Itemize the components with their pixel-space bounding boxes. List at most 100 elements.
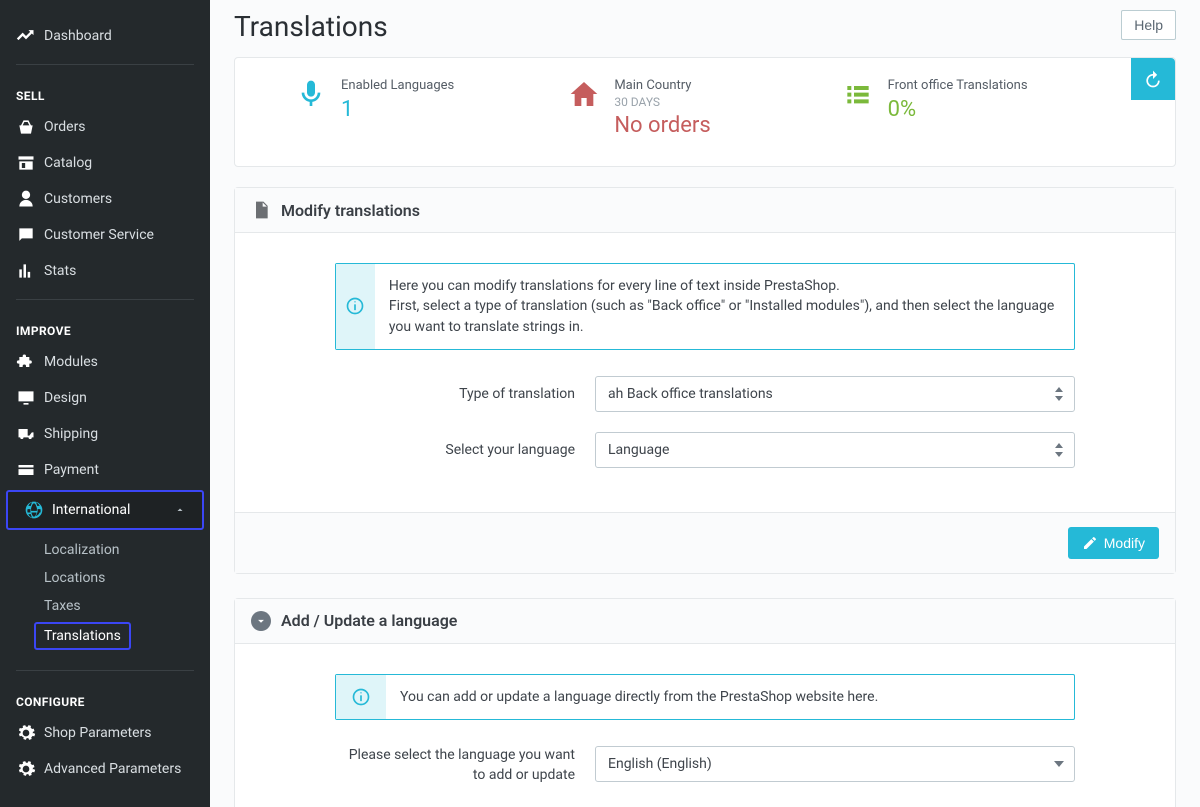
select-value: Language — [608, 442, 669, 458]
kpi-enabled-languages: Enabled Languages 1 — [295, 78, 568, 138]
basket-icon — [16, 117, 36, 137]
kpi-main-country: Main Country 30 DAYS No orders — [568, 78, 841, 138]
credit-card-icon — [16, 460, 36, 480]
sidebar-item-customer-service[interactable]: Customer Service — [0, 217, 210, 253]
truck-icon — [16, 424, 36, 444]
add-select-label: Please select the language you want to a… — [335, 746, 595, 785]
sidebar-item-label: Customers — [44, 191, 112, 207]
panel-header: Add / Update a language — [235, 599, 1175, 644]
sidebar-item-label: Stats — [44, 263, 76, 279]
sliders-icon — [16, 759, 36, 779]
sidebar-item-shop-parameters[interactable]: Shop Parameters — [0, 715, 210, 751]
monitor-icon — [16, 388, 36, 408]
main-content: Translations Help Enabled Languages 1 — [210, 0, 1200, 807]
sort-caret-icon — [1054, 443, 1064, 457]
store-icon — [16, 153, 36, 173]
bar-chart-icon — [16, 261, 36, 281]
modify-button[interactable]: Modify — [1068, 527, 1159, 559]
type-of-translation-row: Type of translation ah Back office trans… — [335, 376, 1075, 412]
puzzle-icon — [16, 352, 36, 372]
kpi-value: No orders — [614, 113, 710, 138]
sidebar-item-catalog[interactable]: Catalog — [0, 145, 210, 181]
globe-icon — [24, 500, 44, 520]
sidebar-item-customers[interactable]: Customers — [0, 181, 210, 217]
sidebar: Dashboard SELL Orders Catalog Customers … — [0, 0, 210, 807]
sidebar-item-label: Advanced Parameters — [44, 761, 181, 777]
kpi-card: Enabled Languages 1 Main Country 30 DAYS… — [234, 57, 1176, 167]
panel-title: Modify translations — [281, 201, 420, 220]
info-icon — [336, 675, 386, 719]
kpi-sub: 30 DAYS — [614, 95, 710, 109]
sidebar-item-label: Customer Service — [44, 227, 154, 243]
panel-footer: Modify — [235, 512, 1175, 573]
sidebar-item-label: Shop Parameters — [44, 725, 151, 741]
caret-down-icon — [1054, 761, 1064, 767]
sidebar-section-improve: IMPROVE — [0, 310, 210, 344]
sidebar-item-label: Dashboard — [44, 28, 112, 44]
panel-title: Add / Update a language — [281, 611, 457, 630]
select-language-select[interactable]: Language — [595, 432, 1075, 468]
info-box: Here you can modify translations for eve… — [335, 263, 1075, 350]
divider — [16, 299, 194, 300]
sort-caret-icon — [1054, 387, 1064, 401]
sidebar-item-orders[interactable]: Orders — [0, 109, 210, 145]
sidebar-subitem-locations[interactable]: Locations — [0, 564, 210, 592]
sidebar-item-label: Modules — [44, 354, 98, 370]
info-text: Here you can modify translations for eve… — [375, 264, 1074, 349]
sidebar-item-label: Payment — [44, 462, 99, 478]
add-language-select[interactable]: English (English) — [595, 746, 1075, 782]
panel-header: Modify translations — [235, 188, 1175, 233]
type-of-translation-select[interactable]: ah Back office translations — [595, 376, 1075, 412]
page-header: Translations Help — [210, 0, 1200, 57]
kpi-label: Enabled Languages — [341, 78, 454, 93]
sidebar-item-shipping[interactable]: Shipping — [0, 416, 210, 452]
home-icon — [568, 78, 600, 110]
button-label: Modify — [1104, 535, 1145, 551]
refresh-button[interactable] — [1131, 58, 1175, 100]
add-update-language-panel: Add / Update a language You can add or u… — [234, 598, 1176, 807]
info-icon — [336, 264, 375, 349]
sidebar-item-label: Orders — [44, 119, 86, 135]
info-box: You can add or update a language directl… — [335, 674, 1075, 720]
trending-up-icon — [16, 26, 36, 46]
lang-label: Select your language — [335, 442, 595, 458]
sidebar-section-sell: SELL — [0, 75, 210, 109]
microphone-icon — [295, 78, 327, 110]
document-icon — [251, 200, 271, 220]
sidebar-item-advanced-parameters[interactable]: Advanced Parameters — [0, 751, 210, 787]
divider — [16, 64, 194, 65]
divider — [16, 670, 194, 671]
page-title: Translations — [234, 10, 388, 43]
refresh-icon — [1143, 69, 1163, 89]
sidebar-item-label: Shipping — [44, 426, 98, 442]
info-text: You can add or update a language directl… — [386, 675, 892, 719]
gear-icon — [16, 723, 36, 743]
sidebar-subitem-localization[interactable]: Localization — [0, 536, 210, 564]
sidebar-item-label: Catalog — [44, 155, 92, 171]
sidebar-subitems-international: Localization Locations Taxes Translation… — [0, 532, 210, 660]
help-button[interactable]: Help — [1121, 10, 1176, 40]
select-value: English (English) — [608, 756, 712, 772]
sidebar-subitem-translations[interactable]: Translations — [34, 622, 131, 650]
sidebar-item-international[interactable]: International — [6, 490, 204, 530]
select-language-row: Select your language Language — [335, 432, 1075, 468]
kpi-value: 0% — [888, 97, 1028, 122]
chevron-down-icon — [251, 611, 271, 631]
sidebar-item-modules[interactable]: Modules — [0, 344, 210, 380]
chevron-up-icon — [174, 504, 186, 516]
sidebar-item-stats[interactable]: Stats — [0, 253, 210, 289]
kpi-front-office: Front office Translations 0% — [842, 78, 1115, 138]
sidebar-section-configure: CONFIGURE — [0, 681, 210, 715]
sidebar-subitem-taxes[interactable]: Taxes — [0, 592, 210, 620]
kpi-label: Front office Translations — [888, 78, 1028, 93]
user-icon — [16, 189, 36, 209]
sidebar-item-dashboard[interactable]: Dashboard — [0, 18, 210, 54]
sidebar-item-label: Design — [44, 390, 87, 406]
select-value: Back office translations — [627, 386, 773, 402]
sidebar-item-design[interactable]: Design — [0, 380, 210, 416]
type-label: Type of translation — [335, 386, 595, 402]
sidebar-item-payment[interactable]: Payment — [0, 452, 210, 488]
kpi-label: Main Country — [614, 78, 710, 93]
list-icon — [842, 78, 874, 110]
add-language-row: Please select the language you want to a… — [335, 746, 1075, 785]
